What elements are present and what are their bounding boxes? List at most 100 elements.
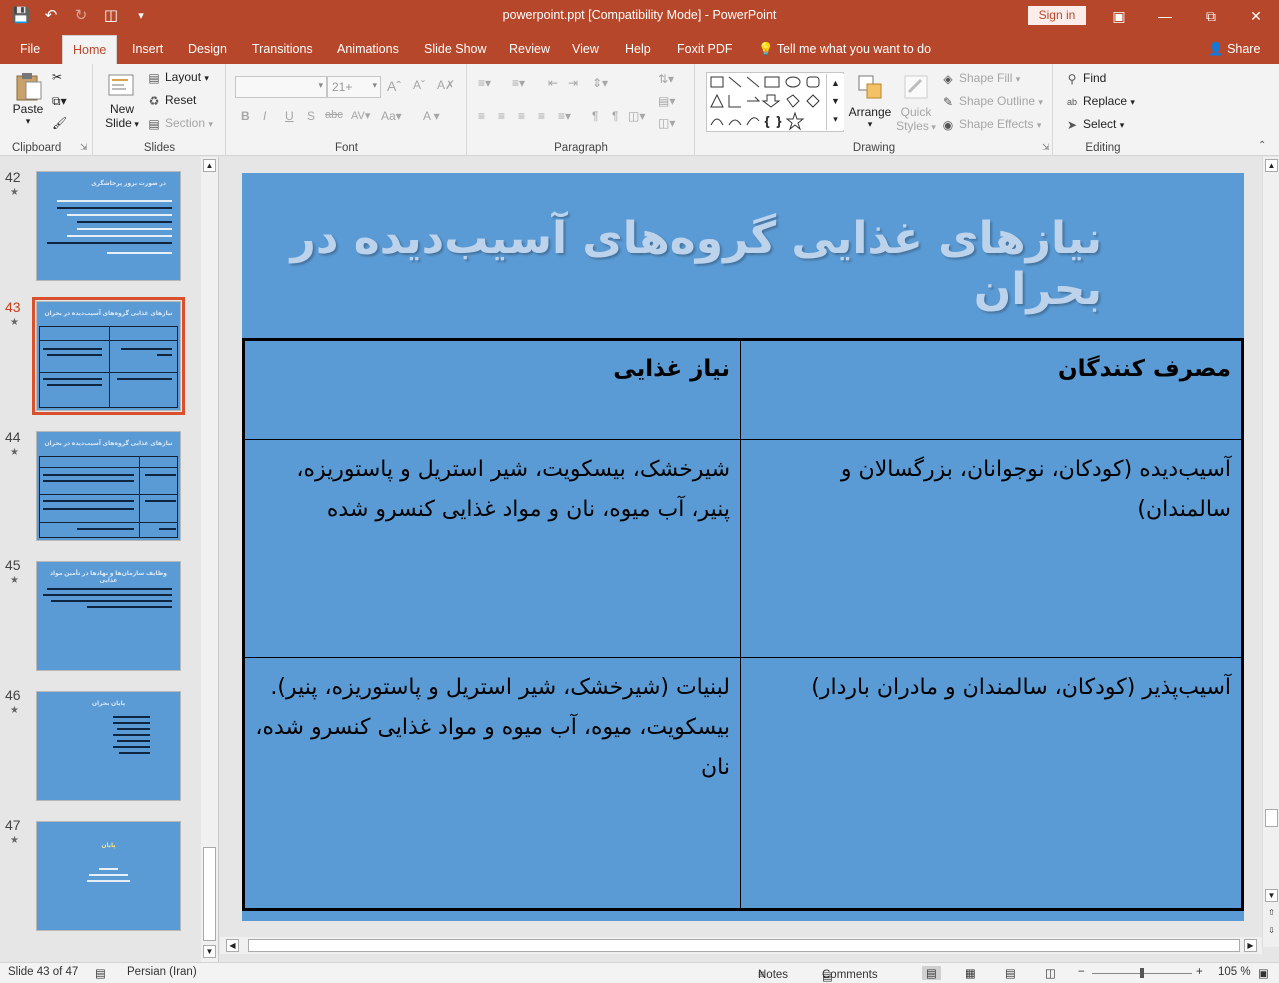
rtl-icon[interactable]: ¶ — [592, 109, 598, 123]
format-painter-icon[interactable]: 🖌 — [52, 116, 67, 130]
previous-slide-icon[interactable]: ⇧ — [1265, 907, 1278, 920]
reset-button[interactable]: ♻ Reset — [146, 93, 197, 109]
tab-view[interactable]: View — [562, 35, 609, 64]
find-button[interactable]: ⚲ Find — [1064, 71, 1107, 87]
increase-font-size-icon[interactable]: Aˆ — [387, 78, 401, 94]
section-button[interactable]: ▤ Section ▾ — [146, 116, 213, 132]
slide-canvas[interactable]: نیازهای غذایی گروه‌های آسیب‌دیده در بحرا… — [242, 173, 1244, 921]
zoom-in-icon[interactable]: + — [1196, 966, 1203, 978]
numbering-icon[interactable]: ≡▾ — [512, 76, 525, 90]
bold-icon[interactable]: B — [241, 109, 250, 123]
paste-button[interactable]: Paste ▾ — [8, 70, 48, 127]
slide-thumbnail[interactable]: نیازهای غذایی گروه‌های آسیب‌دیده در بحرا… — [36, 431, 181, 541]
scroll-thumb[interactable] — [248, 939, 1240, 952]
scroll-up-icon[interactable]: ▲ — [203, 159, 216, 172]
font-name-combo[interactable]: ▾ — [235, 76, 327, 98]
slide-thumbnail-active[interactable]: نیازهای غذایی گروه‌های آسیب‌دیده در بحرا… — [32, 297, 185, 415]
tell-me-search[interactable]: 💡 Tell me what you want to do — [748, 35, 941, 64]
slideshow-view-icon[interactable]: ◫ — [1045, 966, 1056, 980]
font-size-combo[interactable]: 21+ ▾ — [327, 76, 381, 98]
reading-view-icon[interactable]: ▤ — [1005, 966, 1016, 980]
ltr-icon[interactable]: ¶ — [612, 109, 618, 123]
scroll-right-icon[interactable]: ▶ — [1244, 939, 1257, 952]
strikethrough-icon[interactable]: abc — [325, 109, 343, 121]
slide-thumbnail[interactable]: پایان بحران — [36, 691, 181, 801]
tab-help[interactable]: Help — [615, 35, 661, 64]
tab-review[interactable]: Review — [499, 35, 560, 64]
save-icon[interactable]: 💾 — [8, 5, 34, 27]
shapes-gallery[interactable]: {} — [706, 72, 844, 132]
line-spacing-icon[interactable]: ⇕▾ — [592, 76, 608, 90]
scroll-thumb[interactable] — [1265, 809, 1278, 827]
select-button[interactable]: ➤ Select ▾ — [1064, 117, 1124, 133]
slide-title[interactable]: نیازهای غذایی گروه‌های آسیب‌دیده در بحرا… — [242, 213, 1103, 315]
table-cell[interactable]: آسیب‌دیده (کودکان، نوجوانان، بزرگسالان و… — [740, 439, 1243, 658]
zoom-out-icon[interactable]: − — [1078, 966, 1085, 978]
scroll-down-icon[interactable]: ▼ — [203, 945, 216, 958]
dialog-launcher-icon[interactable]: ⇲ — [1042, 142, 1050, 153]
align-right-icon[interactable]: ≡ — [518, 109, 525, 123]
start-from-beginning-icon[interactable]: ◫ — [98, 5, 124, 27]
font-color-icon[interactable]: A ▾ — [423, 109, 440, 123]
editor-vertical-scrollbar[interactable]: ▲ ▼ ⇧ ⇩ — [1262, 157, 1279, 947]
text-direction-icon[interactable]: ⇅▾ — [658, 72, 674, 86]
shapes-gallery-scroll[interactable]: ▲ ▼ ▾ — [826, 74, 844, 130]
tab-design[interactable]: Design — [178, 35, 237, 64]
shape-effects-button[interactable]: ◉ Shape Effects ▾ — [940, 117, 1042, 133]
justify-icon[interactable]: ≡ — [538, 109, 545, 123]
zoom-level[interactable]: 105 % — [1218, 966, 1251, 978]
copy-icon[interactable]: ⧉▾ — [52, 94, 67, 109]
tab-animations[interactable]: Animations — [327, 35, 409, 64]
scroll-thumb[interactable] — [203, 847, 216, 941]
table-cell[interactable]: نیاز غذایی — [243, 339, 741, 440]
slide-table[interactable]: نیاز غذایی مصرف کنندگان شیرخشک، بیسکویت،… — [242, 338, 1244, 911]
thumbnail-panel-scrollbar[interactable]: ▲ ▼ — [201, 157, 218, 962]
close-button[interactable]: ✕ — [1233, 0, 1279, 32]
smartart-icon[interactable]: ◫▾ — [658, 116, 675, 130]
bullets-icon[interactable]: ≡▾ — [478, 76, 491, 90]
ribbon-display-options-icon[interactable]: ▣ — [1096, 0, 1142, 32]
change-case-icon[interactable]: Aa▾ — [381, 109, 402, 123]
editor-horizontal-scrollbar[interactable]: ◀ ▶ — [220, 937, 1262, 954]
customize-qat-icon[interactable]: ▾ — [128, 5, 154, 27]
clear-formatting-icon[interactable]: A✗ — [437, 78, 455, 92]
tab-foxit-pdf[interactable]: Foxit PDF — [667, 35, 743, 64]
tab-slide-show[interactable]: Slide Show — [414, 35, 497, 64]
quick-styles-button[interactable]: Quick Styles ▾ — [896, 72, 936, 133]
text-shadow-icon[interactable]: S — [307, 109, 315, 123]
collapse-ribbon-icon[interactable]: ⌃ — [1258, 140, 1266, 151]
arrange-button[interactable]: Arrange ▾ — [848, 72, 892, 130]
dialog-launcher-icon[interactable]: ⇲ — [80, 142, 88, 153]
italic-icon[interactable]: I — [263, 109, 266, 123]
align-text-icon[interactable]: ▤▾ — [658, 94, 675, 108]
table-cell[interactable]: مصرف کنندگان — [740, 339, 1243, 440]
zoom-slider-thumb[interactable] — [1140, 968, 1144, 978]
sign-in-button[interactable]: Sign in — [1028, 6, 1086, 25]
undo-icon[interactable]: ↶ — [38, 5, 64, 27]
increase-indent-icon[interactable]: ⇥ — [568, 76, 578, 90]
tab-home[interactable]: Home — [62, 35, 118, 64]
redo-icon[interactable]: ↻ — [68, 5, 94, 27]
character-spacing-icon[interactable]: AV▾ — [351, 109, 370, 122]
tab-insert[interactable]: Insert — [122, 35, 173, 64]
scroll-up-icon[interactable]: ▲ — [1265, 159, 1278, 172]
scroll-down-icon[interactable]: ▼ — [1265, 889, 1278, 902]
table-cell[interactable]: آسیب‌پذیر (کودکان، سالمندان و مادران بار… — [740, 657, 1243, 910]
scroll-left-icon[interactable]: ◀ — [226, 939, 239, 952]
decrease-indent-icon[interactable]: ⇤ — [548, 76, 558, 90]
language-indicator[interactable]: Persian (Iran) — [127, 966, 197, 978]
normal-view-icon[interactable]: ▤ — [922, 966, 941, 980]
table-cell[interactable]: شیرخشک، بیسکویت، شیر استریل و پاستوریزه،… — [243, 439, 741, 658]
distributed-icon[interactable]: ≡▾ — [558, 109, 571, 123]
tab-file[interactable]: File — [10, 35, 50, 64]
minimize-button[interactable]: — — [1142, 0, 1188, 32]
restore-button[interactable]: ⧉ — [1188, 0, 1234, 32]
shape-outline-button[interactable]: ✎ Shape Outline ▾ — [940, 94, 1043, 110]
decrease-font-size-icon[interactable]: Aˇ — [413, 78, 425, 92]
new-slide-button[interactable]: New Slide ▾ — [102, 70, 142, 130]
slide-thumbnail[interactable]: در صورت بروز پرخاشگری — [36, 171, 181, 281]
fit-to-window-icon[interactable]: ▣ — [1258, 966, 1269, 980]
slide-thumbnail[interactable]: وظایف سازمان‌ها و نهادها در تأمین مواد غ… — [36, 561, 181, 671]
table-cell[interactable]: لبنیات (شیرخشک، شیر استریل و پاستوریزه، … — [243, 657, 741, 910]
layout-button[interactable]: ▤ Layout ▾ — [146, 70, 209, 86]
